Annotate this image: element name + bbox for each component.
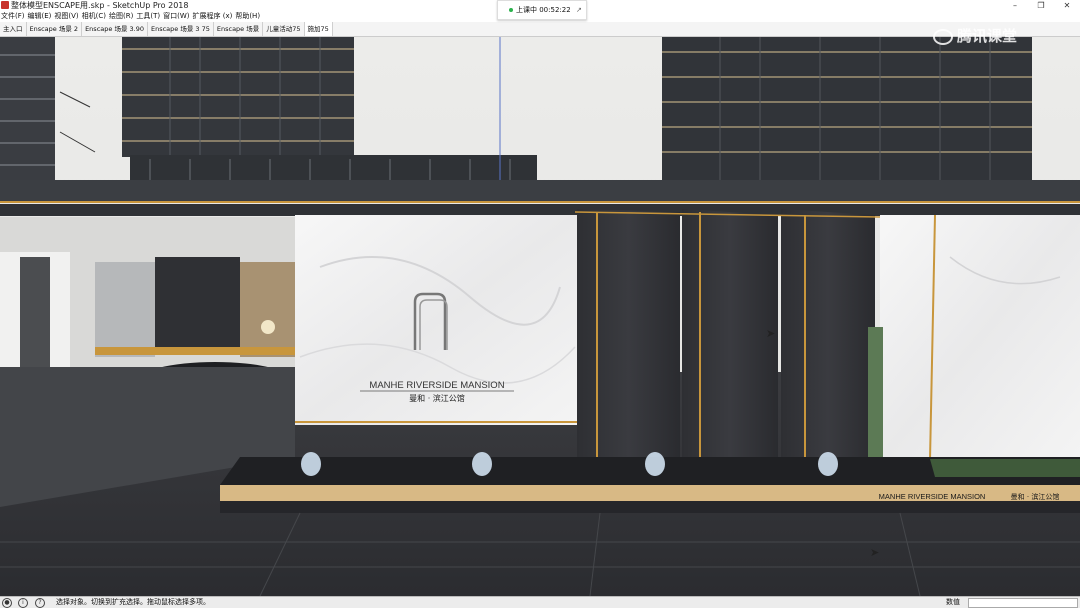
wall-sign-en: MANHE RIVERSIDE MANSION <box>369 380 504 391</box>
mouse-pointer-icon: ➤ <box>766 327 776 340</box>
3d-viewport[interactable]: MANHE RIVERSIDE MANSION 曼和 · 滨江公馆 MANHE … <box>0 37 1080 596</box>
measurement-label: 数值 <box>946 598 960 606</box>
canopy <box>0 180 1080 202</box>
restore-button[interactable]: ❐ <box>1028 0 1054 11</box>
dark-panel-group <box>574 209 881 470</box>
status-hint: 选择对象。切换到扩充选择。拖动鼠标选择多项。 <box>56 598 210 606</box>
menu-draw[interactable]: 绘图(R) <box>108 11 135 22</box>
live-class-indicator[interactable]: 上课中 00:52:22 ↗ <box>497 0 587 20</box>
live-class-timer: 上课中 00:52:22 <box>516 6 571 14</box>
minimize-button[interactable]: – <box>1002 0 1028 11</box>
scene-tab[interactable]: 儿童活动75 <box>263 22 305 36</box>
status-bar: ● i ? 选择对象。切换到扩充选择。拖动鼠标选择多项。 数值 <box>0 596 1080 608</box>
scene-tab-active[interactable]: 施加75 <box>304 22 333 36</box>
scene-tabs: 主入口 Enscape 场景 2 Enscape 场景 3.90 Enscape… <box>0 22 1080 37</box>
marble-wall-right <box>880 215 1080 460</box>
window-title: 整体模型ENSCAPE用.skp - SketchUp Pro 2018 <box>11 1 189 10</box>
close-button[interactable]: ✕ <box>1054 0 1080 11</box>
menu-window[interactable]: 窗口(W) <box>162 11 191 22</box>
mouse-pointer-icon: ➤ <box>870 546 880 559</box>
tencent-classroom-logo-icon <box>933 28 953 45</box>
menu-help[interactable]: 帮助(H) <box>234 11 262 22</box>
tower-right <box>662 37 1032 183</box>
wall-sign-cn: 曼和 · 滨江公馆 <box>409 393 465 403</box>
watermark: 腾讯课堂 <box>933 25 1017 46</box>
menu-camera[interactable]: 相机(C) <box>81 11 108 22</box>
menu-extensions[interactable]: 扩展程序 (x) <box>191 11 234 22</box>
menu-file[interactable]: 文件(F) <box>0 11 27 22</box>
menu-tools[interactable]: 工具(T) <box>135 11 162 22</box>
expand-arrow-icon[interactable]: ↗ <box>576 1 582 19</box>
watermark-text: 腾讯课堂 <box>957 27 1018 45</box>
scene-tab[interactable]: 主入口 <box>0 22 27 36</box>
sketchup-app-icon <box>1 1 9 9</box>
live-status-dot-icon <box>509 8 513 12</box>
menu-edit[interactable]: 编辑(E) <box>27 11 54 22</box>
scene-render: MANHE RIVERSIDE MANSION 曼和 · 滨江公馆 MANHE … <box>0 37 1080 596</box>
scene-tab[interactable]: Enscape 场景 3 75 <box>148 22 214 36</box>
plinth-sign-en: MANHE RIVERSIDE MANSION <box>879 492 986 501</box>
menu-view[interactable]: 视图(V) <box>53 11 80 22</box>
scene-tab[interactable]: Enscape 场景 <box>214 22 264 36</box>
window-controls: – ❐ ✕ <box>1002 0 1080 11</box>
plinth-sign-cn: 曼和 · 滨江公馆 <box>1011 492 1060 501</box>
scene-tab[interactable]: Enscape 场景 2 <box>27 22 83 36</box>
scene-tab[interactable]: Enscape 场景 3.90 <box>82 22 148 36</box>
